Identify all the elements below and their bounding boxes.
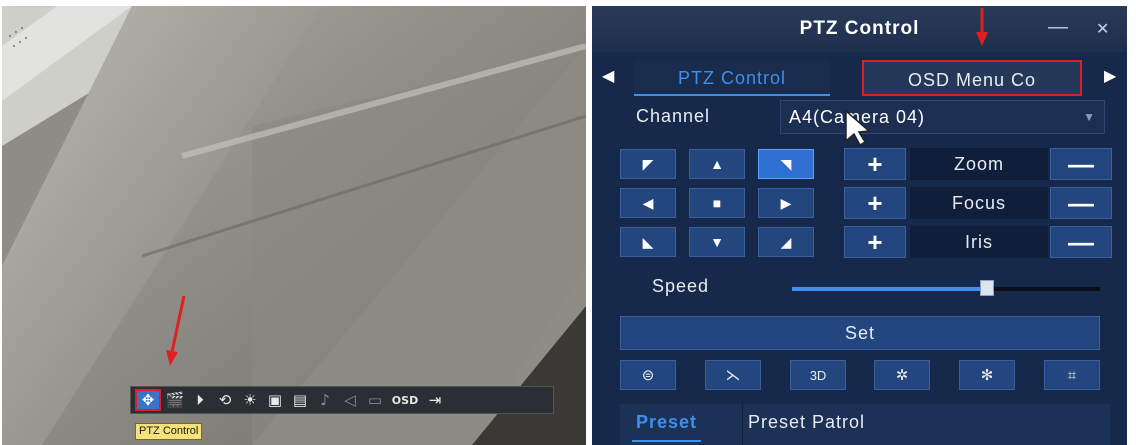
stop-button[interactable]: ■ bbox=[689, 188, 745, 218]
cursor-icon bbox=[845, 109, 871, 147]
pan-down-right-button[interactable]: ◢ bbox=[758, 227, 814, 257]
camera-scene bbox=[2, 6, 586, 445]
3d-position-icon[interactable]: 3D bbox=[790, 360, 846, 390]
tab-preset[interactable]: Preset bbox=[631, 412, 702, 442]
set-button[interactable]: Set bbox=[620, 316, 1100, 350]
focus-label: Focus bbox=[910, 187, 1048, 219]
panel-title: PTZ Control bbox=[799, 18, 920, 39]
tilt-down-button[interactable]: ▼ bbox=[689, 227, 745, 257]
focus-near-button[interactable]: + bbox=[844, 187, 906, 219]
exit-icon[interactable]: ⇥ bbox=[424, 389, 446, 411]
brightness-auto-icon[interactable]: ✲ bbox=[874, 360, 930, 390]
channel-label: Channel bbox=[636, 106, 711, 126]
speed-slider-thumb[interactable] bbox=[980, 280, 994, 296]
iris-close-button[interactable]: — bbox=[1050, 226, 1112, 258]
red-arrow-icon bbox=[976, 8, 988, 46]
iris-open-button[interactable]: + bbox=[844, 226, 906, 258]
panel-titlebar: PTZ Control — ✕ bbox=[592, 6, 1127, 52]
speed-label: Speed bbox=[652, 276, 710, 296]
pan-right-button[interactable]: ▶ bbox=[758, 188, 814, 218]
tab-osd-menu-control[interactable]: OSD Menu Co bbox=[862, 60, 1082, 96]
preset-tabs: Preset Preset Patrol bbox=[620, 404, 1110, 445]
snowflake-icon[interactable]: ✻ bbox=[959, 360, 1015, 390]
speed-slider[interactable] bbox=[792, 280, 1100, 296]
focus-far-button[interactable]: — bbox=[1050, 187, 1112, 219]
channel-select[interactable]: A4(Camera 04) ▼ bbox=[780, 100, 1105, 134]
microphone-icon[interactable]: ♪ bbox=[314, 389, 336, 411]
ptz-control-icon[interactable]: ✥ bbox=[135, 389, 161, 411]
tab-ptz-control[interactable]: PTZ Control bbox=[634, 60, 830, 96]
light-icon[interactable]: ⋋ bbox=[705, 360, 761, 390]
ptz-panel: PTZ Control — ✕ ◀ PTZ Control OSD Menu C… bbox=[592, 6, 1127, 445]
pan-left-button[interactable]: ◀ bbox=[620, 188, 676, 218]
zoom-in-button[interactable]: + bbox=[844, 148, 906, 180]
clapperboard-icon[interactable]: 🎬 bbox=[164, 389, 186, 411]
pan-down-left-button[interactable]: ◣ bbox=[620, 227, 676, 257]
pan-up-left-button[interactable]: ◤ bbox=[620, 149, 676, 179]
camera-view: ✥ 🎬 ⏵ ⟲ ☀ ▣ ▤ ♪ ◁ ▭ OSD ⇥ PTZ Control bbox=[2, 6, 586, 445]
tab-preset-patrol[interactable]: Preset Patrol bbox=[748, 412, 865, 433]
tab-divider bbox=[742, 404, 743, 445]
tilt-up-button[interactable]: ▲ bbox=[689, 149, 745, 179]
pan-up-right-button[interactable]: ◥ bbox=[758, 149, 814, 179]
ptz-control-tooltip: PTZ Control bbox=[135, 423, 203, 440]
wiper-icon[interactable]: ⊜ bbox=[620, 360, 676, 390]
tab-right-arrow-icon[interactable]: ▶ bbox=[1104, 66, 1116, 86]
snapshot-icon[interactable]: ▣ bbox=[264, 389, 286, 411]
minimize-button[interactable]: — bbox=[1048, 16, 1068, 39]
zoom-label: Zoom bbox=[910, 148, 1048, 180]
rotate-icon[interactable]: ⟲ bbox=[214, 389, 236, 411]
chevron-down-icon: ▼ bbox=[1083, 110, 1096, 124]
close-button[interactable]: ✕ bbox=[1096, 19, 1109, 39]
zoom-out-button[interactable]: — bbox=[1050, 148, 1112, 180]
iris-label: Iris bbox=[910, 226, 1048, 258]
camera-toolbar: ✥ 🎬 ⏵ ⟲ ☀ ▣ ▤ ♪ ◁ ▭ OSD ⇥ bbox=[130, 386, 554, 414]
playback-icon[interactable]: ⏵ bbox=[189, 389, 211, 411]
stream-icon[interactable]: ▭ bbox=[364, 389, 386, 411]
speed-slider-fill bbox=[792, 287, 987, 291]
tab-left-arrow-icon[interactable]: ◀ bbox=[602, 66, 614, 86]
panel-tabs: ◀ PTZ Control OSD Menu Co ▶ bbox=[592, 56, 1127, 98]
save-icon[interactable]: ▤ bbox=[289, 389, 311, 411]
volume-icon[interactable]: ◁ bbox=[339, 389, 361, 411]
zoom-area-icon[interactable]: ⌗ bbox=[1044, 360, 1100, 390]
brightness-icon[interactable]: ☀ bbox=[239, 389, 261, 411]
osd-icon[interactable]: OSD bbox=[389, 389, 421, 411]
